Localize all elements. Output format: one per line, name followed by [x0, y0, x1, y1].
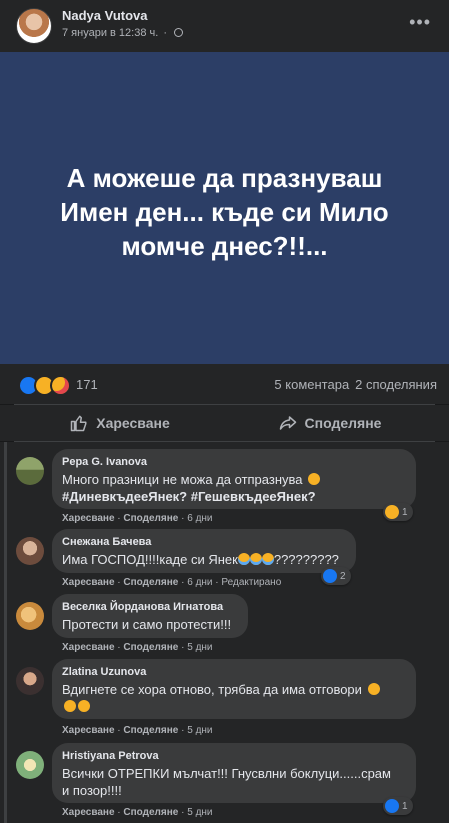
- comment-reaction-count: 2: [340, 570, 346, 582]
- comment-like-button[interactable]: Харесване: [62, 725, 115, 736]
- more-options-icon[interactable]: •••: [409, 12, 431, 33]
- comment-text-line: Има ГОСПОД!!!!каде си Янек: [62, 552, 238, 567]
- comment-count[interactable]: 5 коментара: [274, 377, 349, 392]
- like-reaction-icon: [385, 799, 399, 813]
- author-name[interactable]: Nadya Vutova: [62, 8, 148, 23]
- comment-actions: Харесване · Споделяне · 5 дни: [62, 642, 213, 653]
- comment-time[interactable]: 6 дни: [187, 513, 212, 524]
- comment-like-button[interactable]: Харесване: [62, 807, 115, 818]
- sad-emoji-icon: [367, 683, 380, 695]
- sad-emoji-icon: [64, 700, 76, 712]
- sad-emoji-icon: [308, 473, 321, 485]
- comment-text: Има ГОСПОД!!!!каде си Янек?????????: [62, 551, 344, 568]
- post-meta: 7 януари в 12:38 ч. ·: [62, 27, 184, 39]
- comment-text-line: Вдигнете се хора отново, трябва да има о…: [62, 682, 366, 697]
- comment-reaction[interactable]: 1: [383, 503, 413, 521]
- post-image-text: А можеше да празнуваш Имен ден... къде с…: [60, 163, 389, 261]
- commenter-avatar[interactable]: [16, 457, 44, 485]
- like-button-label: Харесване: [96, 415, 170, 431]
- post-timestamp[interactable]: 7 януари в 12:38 ч.: [62, 27, 158, 39]
- comment-text: Всички ОТРЕПКИ мълчат!!! Гнусвлни боклуц…: [62, 765, 404, 799]
- care-reaction-icon: [50, 375, 71, 396]
- commenter-avatar[interactable]: [16, 537, 44, 565]
- comment-reaction[interactable]: 1: [383, 797, 413, 815]
- comment-bubble: Pepa G. Ivanova Много празници не можа д…: [52, 449, 416, 509]
- engagement-counts: 5 коментара 2 споделяния: [274, 377, 437, 392]
- share-button-label: Споделяне: [304, 415, 382, 431]
- comment-reaction-count: 1: [402, 800, 408, 812]
- comment-actions: Харесване · Споделяне · 6 дни: [62, 513, 213, 524]
- comment-share-button[interactable]: Споделяне: [123, 807, 178, 818]
- comment-hashtags[interactable]: #ДиневкъдееЯнек? #ГешевкъдееЯнек?: [62, 489, 316, 504]
- comment-text-line: и позор!!!!: [62, 783, 122, 798]
- thread-indicator: [4, 442, 7, 823]
- comment-text: Протести и само протести!!!: [62, 617, 232, 632]
- comment-actions: Харесване · Споделяне · 5 дни: [62, 725, 213, 736]
- globe-icon: [174, 28, 184, 37]
- comment-time[interactable]: 5 дни: [187, 807, 212, 818]
- comment-share-button[interactable]: Споделяне: [123, 513, 178, 524]
- reaction-icons[interactable]: [18, 375, 71, 396]
- comment-bubble: Снежана Бачева Има ГОСПОД!!!!каде си Яне…: [52, 529, 356, 573]
- comment-bubble: Hristiyana Petrova Всички ОТРЕПКИ мълчат…: [52, 743, 416, 803]
- comment-text: Вдигнете се хора отново, трябва да има о…: [62, 681, 404, 715]
- comment-bubble: Zlatina Uzunova Вдигнете се хора отново,…: [52, 659, 416, 719]
- comment-text: Много празници не можа да отпразнува #Ди…: [62, 471, 404, 505]
- comment-reaction[interactable]: 2: [321, 567, 351, 585]
- comment-share-button[interactable]: Споделяне: [123, 725, 178, 736]
- meta-separator: ·: [163, 27, 168, 39]
- share-button[interactable]: Споделяне: [230, 405, 430, 441]
- commenter-name[interactable]: Hristiyana Petrova: [62, 750, 404, 762]
- comment-share-button[interactable]: Споделяне: [123, 577, 178, 588]
- comment-time[interactable]: 5 дни: [187, 642, 212, 653]
- comment-actions: Харесване · Споделяне · 6 дни · Редактир…: [62, 577, 282, 588]
- like-button[interactable]: Харесване: [20, 405, 220, 441]
- post-stats: 171 5 коментара 2 споделяния: [0, 364, 449, 404]
- commenter-avatar[interactable]: [16, 602, 44, 630]
- like-reaction-icon: [323, 569, 337, 583]
- comment-like-button[interactable]: Харесване: [62, 513, 115, 524]
- commenter-name[interactable]: Pepa G. Ivanova: [62, 456, 404, 468]
- comment-edited-label[interactable]: Редактирано: [221, 577, 281, 588]
- comment-like-button[interactable]: Харесване: [62, 642, 115, 653]
- comment-bubble: Веселка Йорданова Игнатова Протести и са…: [52, 594, 248, 638]
- comment-time[interactable]: 5 дни: [187, 725, 212, 736]
- comment-text-suffix: ?????????: [273, 552, 339, 567]
- commenter-avatar[interactable]: [16, 751, 44, 779]
- post-header: Nadya Vutova 7 януари в 12:38 ч. · •••: [0, 0, 449, 52]
- post-actions: Харесване Споделяне: [0, 405, 449, 441]
- comment-share-button[interactable]: Споделяне: [123, 642, 178, 653]
- thumbs-up-icon: [70, 415, 87, 432]
- comment-like-button[interactable]: Харесване: [62, 577, 115, 588]
- comment-actions: Харесване · Споделяне · 5 дни: [62, 807, 213, 818]
- crying-emoji-icon: [261, 553, 274, 565]
- post-image[interactable]: А можеше да празнуваш Имен ден... къде с…: [0, 52, 449, 364]
- commenter-name[interactable]: Снежана Бачева: [62, 536, 344, 548]
- commenter-avatar[interactable]: [16, 667, 44, 695]
- commenter-name[interactable]: Zlatina Uzunova: [62, 666, 404, 678]
- crying-emoji-icon: [249, 553, 262, 565]
- comment-text-line: Много празници не можа да отпразнува: [62, 472, 307, 487]
- share-arrow-icon: [279, 416, 296, 430]
- crying-emoji-icon: [237, 553, 250, 565]
- reaction-count[interactable]: 171: [76, 377, 98, 392]
- comment-reaction-count: 1: [402, 506, 408, 518]
- commenter-name[interactable]: Веселка Йорданова Игнатова: [62, 601, 236, 613]
- author-avatar[interactable]: [16, 8, 52, 44]
- sad-emoji-icon: [78, 700, 90, 712]
- share-count[interactable]: 2 споделяния: [355, 377, 437, 392]
- sad-reaction-icon: [385, 505, 399, 519]
- comment-text-line: Всички ОТРЕПКИ мълчат!!! Гнусвлни боклуц…: [62, 766, 391, 781]
- comment-time[interactable]: 6 дни: [187, 577, 212, 588]
